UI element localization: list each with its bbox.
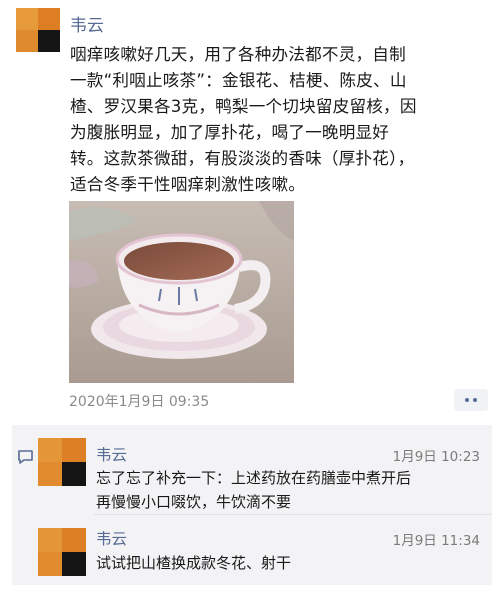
- comment-divider: [94, 514, 492, 515]
- author-avatar[interactable]: [16, 8, 60, 52]
- avatar-block: [38, 462, 62, 486]
- avatar-block: [38, 528, 62, 552]
- avatar-block: [38, 552, 62, 576]
- comment-text-line: 再慢慢小口啜饮，牛饮滴不要: [96, 493, 292, 511]
- more-options-button[interactable]: [454, 389, 488, 411]
- tea-cup-photo[interactable]: [69, 201, 294, 383]
- post-text-line: 一款“利咽止咳茶”：金银花、桔梗、陈皮、山: [70, 71, 407, 90]
- avatar-block: [16, 30, 38, 52]
- avatar-block: [38, 8, 60, 30]
- tea-cup-illustration: [69, 201, 294, 383]
- comment-avatar[interactable]: [38, 438, 86, 486]
- comment-bubble-icon: [18, 450, 33, 464]
- comment-text-line: 试试把山楂换成款冬花、射干: [96, 554, 292, 572]
- post-text-line: 转。这款茶微甜，有股淡淡的香味（厚扑花），: [70, 149, 415, 168]
- avatar-block: [38, 30, 60, 52]
- avatar-block: [62, 438, 86, 462]
- avatar-block: [38, 438, 62, 462]
- post-text-line: 为腹胀明显，加了厚扑花，喝了一晚明显好: [70, 123, 390, 142]
- avatar-block: [62, 552, 86, 576]
- avatar-block: [16, 8, 38, 30]
- post-timestamp: 2020年1月9日 09:35: [69, 394, 210, 410]
- comment-text[interactable]: 试试把山楂换成款冬花、射干: [96, 551, 486, 575]
- post-text-line: 楂、罗汉果各3克，鸭梨一个切块留皮留核，因: [70, 97, 417, 116]
- comment-text-line: 忘了忘了补充一下：上述药放在药膳壶中煮开后: [96, 469, 412, 487]
- comment-author-name[interactable]: 韦云: [96, 443, 127, 465]
- more-dots-icon: [473, 398, 477, 402]
- post-text-line: 适合冬季干性咽痒刺激性咳嗽。: [70, 175, 306, 194]
- comment-avatar[interactable]: [38, 528, 86, 576]
- avatar-block: [62, 528, 86, 552]
- avatar-block: [62, 462, 86, 486]
- post-author-name[interactable]: 韦云: [70, 11, 104, 36]
- comment-text[interactable]: 忘了忘了补充一下：上述药放在药膳壶中煮开后 再慢慢小口啜饮，牛饮滴不要: [96, 466, 486, 514]
- comment-timestamp: 1月9日 11:34: [392, 533, 480, 549]
- post-text-line: 咽痒咳嗽好几天，用了各种办法都不灵，自制: [70, 45, 406, 64]
- comment-timestamp: 1月9日 10:23: [392, 449, 480, 465]
- comment-author-name[interactable]: 韦云: [96, 527, 127, 549]
- post-text: 咽痒咳嗽好几天，用了各种办法都不灵，自制 一款“利咽止咳茶”：金银花、桔梗、陈皮…: [70, 42, 494, 198]
- more-dots-icon: [465, 398, 469, 402]
